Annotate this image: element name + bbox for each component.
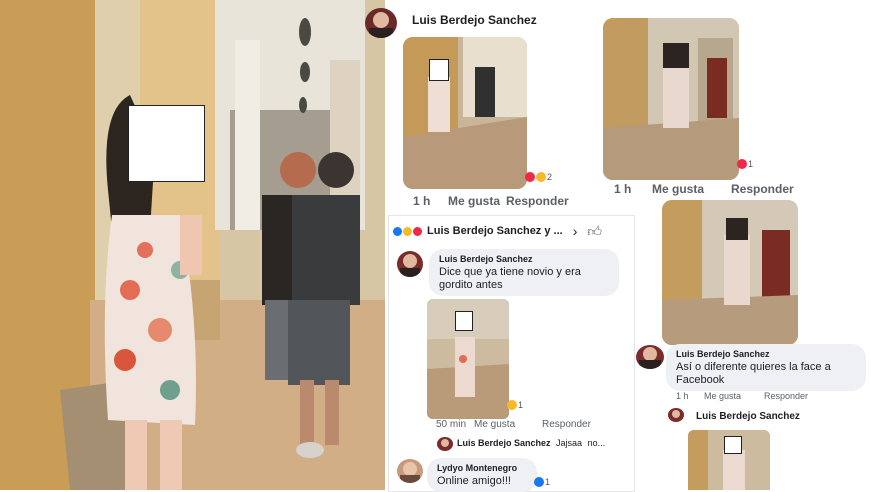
comment-photo-3[interactable] (427, 299, 509, 419)
face-blur-box (128, 105, 205, 182)
avatar[interactable] (668, 408, 684, 422)
comment-bubble: Luis Berdejo Sanchez Dice que ya tiene n… (429, 249, 619, 296)
avatar[interactable] (437, 437, 453, 451)
haha-reaction-icon (507, 400, 517, 410)
face-blur-box (455, 311, 473, 331)
reply-link[interactable]: Responder (542, 419, 591, 430)
like-link[interactable]: Me gusta (652, 182, 704, 196)
comment-author[interactable]: Lydyo Montenegro (437, 462, 527, 475)
mall-scene-image (0, 0, 385, 490)
face-blur-box (429, 59, 449, 81)
avatar[interactable] (397, 251, 423, 277)
reaction-number: 1 (518, 400, 524, 410)
reply-text: Jajsaa (556, 438, 583, 448)
love-reaction-icon (413, 226, 422, 236)
love-reaction-icon (525, 172, 535, 182)
reactors-summary[interactable]: Luis Berdejo Sanchez y ... (427, 225, 563, 237)
comment-time: 50 min (436, 419, 467, 430)
like-link[interactable]: Me gusta (704, 391, 741, 401)
reply-link[interactable]: Responder (506, 194, 569, 208)
post-author-name[interactable]: Luis Berdejo Sanchez (412, 13, 537, 27)
like-link[interactable]: Me gusta (448, 194, 500, 208)
comment-time: 1 h (676, 391, 689, 401)
comment-time: 1 h (413, 194, 431, 208)
comment-text: Así o diferente quieres la face a Facebo… (676, 361, 831, 386)
avatar[interactable] (397, 459, 423, 483)
reply-author[interactable]: Luis Berdejo Sanchez (457, 438, 551, 448)
comment-photo-5[interactable] (688, 430, 770, 490)
comment-bubble: Lydyo Montenegro Online amigo!!! (427, 458, 537, 492)
comment-author[interactable]: Luis Berdejo Sanchez (676, 348, 856, 361)
comment-bubble: Luis Berdejo Sanchez Así o diferente qui… (666, 344, 866, 391)
thumbs-up-icon[interactable]: 👍︎ (587, 223, 602, 240)
comments-panel: Luis Berdejo Sanchez y ... › 👍︎ Luis Ber… (388, 215, 635, 492)
comment-author[interactable]: Luis Berdejo Sanchez (439, 253, 609, 266)
reaction-count[interactable]: 1 (534, 477, 550, 487)
face-blur-box (724, 436, 742, 454)
love-reaction-icon (737, 159, 747, 169)
panel-header: Luis Berdejo Sanchez y ... › 👍︎ (393, 222, 629, 240)
like-reaction-icon (534, 477, 544, 487)
comment-photo-1[interactable] (403, 37, 527, 189)
avatar[interactable] (636, 345, 664, 369)
reaction-count[interactable]: 1 (737, 159, 753, 169)
reaction-count[interactable]: 2 (525, 172, 552, 182)
comment-text: Online amigo!!! (437, 475, 511, 487)
comment-photo-2[interactable] (603, 18, 739, 180)
reaction-count[interactable]: 1 (507, 400, 523, 410)
reaction-number: 1 (545, 477, 551, 487)
avatar[interactable] (365, 8, 397, 38)
reply-more[interactable]: no... (588, 438, 606, 448)
reply-preview[interactable]: Luis Berdejo Sanchez Jajsaa no... (457, 438, 605, 448)
reaction-number: 1 (748, 159, 754, 169)
like-link[interactable]: Me gusta (474, 419, 515, 430)
chevron-right-icon[interactable]: › (573, 223, 578, 239)
reply-link[interactable]: Responder (764, 391, 808, 401)
haha-reaction-icon (536, 172, 546, 182)
comment-author[interactable]: Luis Berdejo Sanchez (696, 411, 800, 422)
main-photo (0, 0, 385, 490)
comment-time: 1 h (614, 182, 632, 196)
reply-link[interactable]: Responder (731, 182, 794, 196)
like-reaction-icon (393, 226, 402, 236)
comment-photo-4[interactable] (662, 200, 798, 345)
reaction-number: 2 (547, 172, 553, 182)
haha-reaction-icon (403, 226, 412, 236)
comment-text: Dice que ya tiene novio y era gordito an… (439, 266, 581, 291)
